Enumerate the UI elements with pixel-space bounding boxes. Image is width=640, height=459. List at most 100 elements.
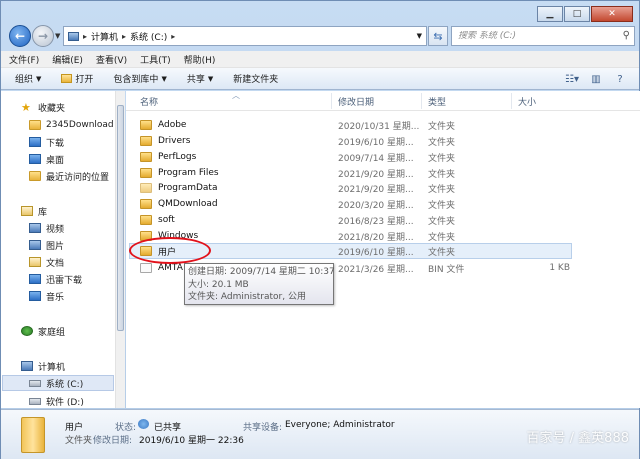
column-header-size[interactable]: 大小: [518, 95, 536, 108]
nav-item-2345download[interactable]: 2345Download: [29, 117, 114, 133]
column-header-type[interactable]: 类型: [428, 95, 446, 108]
nav-item-downloads[interactable]: 下载: [29, 134, 64, 150]
homegroup-header[interactable]: 家庭组: [21, 323, 65, 339]
share-button[interactable]: 共享 ▼: [187, 72, 213, 86]
homegroup-icon: [21, 326, 33, 336]
view-options-icon[interactable]: ☷▾: [563, 72, 581, 86]
computer-icon: [21, 361, 33, 371]
computer-label: 计算机: [38, 362, 66, 373]
shared-icon: [138, 419, 149, 429]
refresh-button[interactable]: ⇆: [428, 26, 448, 46]
breadcrumb-separator[interactable]: ▸: [83, 32, 87, 41]
nav-item-pictures[interactable]: 图片: [29, 237, 64, 253]
menu-edit[interactable]: 编辑(E): [52, 53, 83, 66]
file-modified: 2009/7/14 星期...: [338, 153, 414, 164]
breadcrumb-separator[interactable]: ▸: [122, 32, 126, 41]
file-modified: 2016/8/23 星期...: [338, 216, 414, 227]
back-button[interactable]: ←: [9, 25, 31, 47]
file-type: 文件夹: [428, 121, 456, 132]
details-status-label: 状态:: [115, 423, 137, 433]
chevron-down-icon: ▼: [161, 74, 167, 83]
nav-item-label: 桌面: [46, 155, 65, 166]
arrow-right-icon: →: [37, 29, 49, 43]
column-divider[interactable]: [511, 93, 512, 109]
menu-tools[interactable]: 工具(T): [140, 53, 171, 66]
maximize-button[interactable]: □: [564, 6, 590, 22]
column-header-name[interactable]: 名称: [140, 95, 158, 108]
nav-item-documents[interactable]: 文档: [29, 254, 64, 270]
file-row[interactable]: PerfLogs 2009/7/14 星期... 文件夹: [136, 149, 572, 165]
nav-item-drive-d[interactable]: 软件 (D:): [29, 393, 84, 408]
refresh-icon: ⇆: [433, 29, 443, 43]
nav-item-label: 视频: [46, 224, 65, 235]
help-icon[interactable]: ?: [611, 72, 629, 86]
navigation-pane-scrollbar[interactable]: [115, 91, 125, 408]
nav-item-drive-c[interactable]: 系统 (C:): [2, 375, 114, 391]
details-shared-with-value: Everyone; Administrator: [285, 420, 395, 430]
file-row[interactable]: Program Files 2021/9/20 星期... 文件夹: [136, 165, 572, 181]
preview-pane-icon[interactable]: ▥: [587, 72, 605, 86]
folder-icon: [140, 199, 152, 209]
scrollbar-thumb[interactable]: [117, 105, 124, 331]
picture-icon: [29, 240, 41, 250]
folder-icon: [29, 120, 41, 130]
nav-item-label: 音乐: [46, 292, 65, 303]
recent-pages-dropdown[interactable]: ▼: [55, 32, 60, 40]
nav-item-videos[interactable]: 视频: [29, 220, 64, 236]
menu-help[interactable]: 帮助(H): [184, 53, 216, 66]
file-row[interactable]: Adobe 2020/10/31 星期... 文件夹: [136, 117, 572, 133]
library-icon: [21, 206, 33, 216]
column-header-modified[interactable]: 修改日期: [338, 95, 374, 108]
include-in-library-button[interactable]: 包含到库中 ▼: [113, 72, 167, 86]
breadcrumb-drive-c[interactable]: 系统 (C:): [130, 30, 167, 43]
drive-icon: [29, 379, 41, 387]
column-divider[interactable]: [331, 93, 332, 109]
search-input[interactable]: [458, 31, 608, 41]
libraries-header[interactable]: 库: [21, 203, 47, 219]
breadcrumb-separator[interactable]: ▸: [171, 32, 175, 41]
open-button[interactable]: 打开: [61, 72, 93, 85]
computer-header[interactable]: 计算机: [21, 358, 65, 374]
file-type: 文件夹: [428, 247, 456, 258]
file-modified: 2021/9/20 星期...: [338, 169, 414, 180]
details-name: 用户: [65, 423, 84, 433]
column-divider[interactable]: [421, 93, 422, 109]
details-modified-value: 2019/6/10 星期一 22:36: [139, 436, 244, 446]
file-row[interactable]: QMDownload 2020/3/20 星期... 文件夹: [136, 196, 572, 212]
view-controls: ☷▾ ▥ ?: [557, 72, 629, 86]
include-in-library-label: 包含到库中: [113, 75, 159, 85]
close-button[interactable]: ✕: [591, 6, 633, 22]
open-label: 打开: [75, 75, 94, 85]
file-type: 文件夹: [428, 200, 456, 211]
search-box[interactable]: ⚲: [451, 26, 635, 46]
command-bar: 组织 ▼ 打开 包含到库中 ▼ 共享 ▼ 新建文件夹 ☷▾ ▥ ?: [1, 68, 639, 90]
menu-view[interactable]: 查看(V): [96, 53, 127, 66]
nav-item-music[interactable]: 音乐: [29, 288, 64, 304]
file-modified: 2021/9/20 星期...: [338, 184, 414, 195]
column-header-row: ︿ 名称 修改日期 类型 大小: [126, 91, 640, 111]
address-dropdown-icon[interactable]: ▼: [417, 32, 422, 40]
new-folder-button[interactable]: 新建文件夹: [233, 72, 278, 85]
address-bar[interactable]: ▸ 计算机 ▸ 系统 (C:) ▸ ▼: [63, 26, 427, 46]
organize-button[interactable]: 组织 ▼: [15, 72, 41, 86]
breadcrumb-computer[interactable]: 计算机: [91, 30, 118, 43]
minimize-button[interactable]: ▁: [537, 6, 563, 22]
file-modified: 2020/3/20 星期...: [338, 200, 414, 211]
sort-ascending-icon: ︿: [232, 91, 240, 100]
file-row[interactable]: soft 2016/8/23 星期... 文件夹: [136, 212, 572, 228]
video-icon: [29, 223, 41, 233]
forward-button[interactable]: →: [32, 25, 54, 47]
nav-item-desktop[interactable]: 桌面: [29, 151, 64, 167]
details-modified-label: 修改日期:: [93, 436, 133, 446]
file-row[interactable]: ProgramData 2021/9/20 星期... 文件夹: [136, 180, 572, 196]
nav-item-label: 图片: [46, 241, 65, 252]
favorites-header[interactable]: ★ 收藏夹: [21, 99, 65, 115]
open-folder-icon: [61, 74, 73, 83]
music-icon: [29, 291, 41, 301]
menu-file[interactable]: 文件(F): [9, 53, 39, 66]
folder-large-icon: [21, 417, 45, 453]
file-row[interactable]: Drivers 2019/6/10 星期... 文件夹: [136, 133, 572, 149]
search-icon[interactable]: ⚲: [623, 30, 630, 41]
nav-item-recent-places[interactable]: 最近访问的位置: [29, 168, 109, 184]
nav-item-xunlei-downloads[interactable]: 迅雷下载: [29, 271, 82, 287]
